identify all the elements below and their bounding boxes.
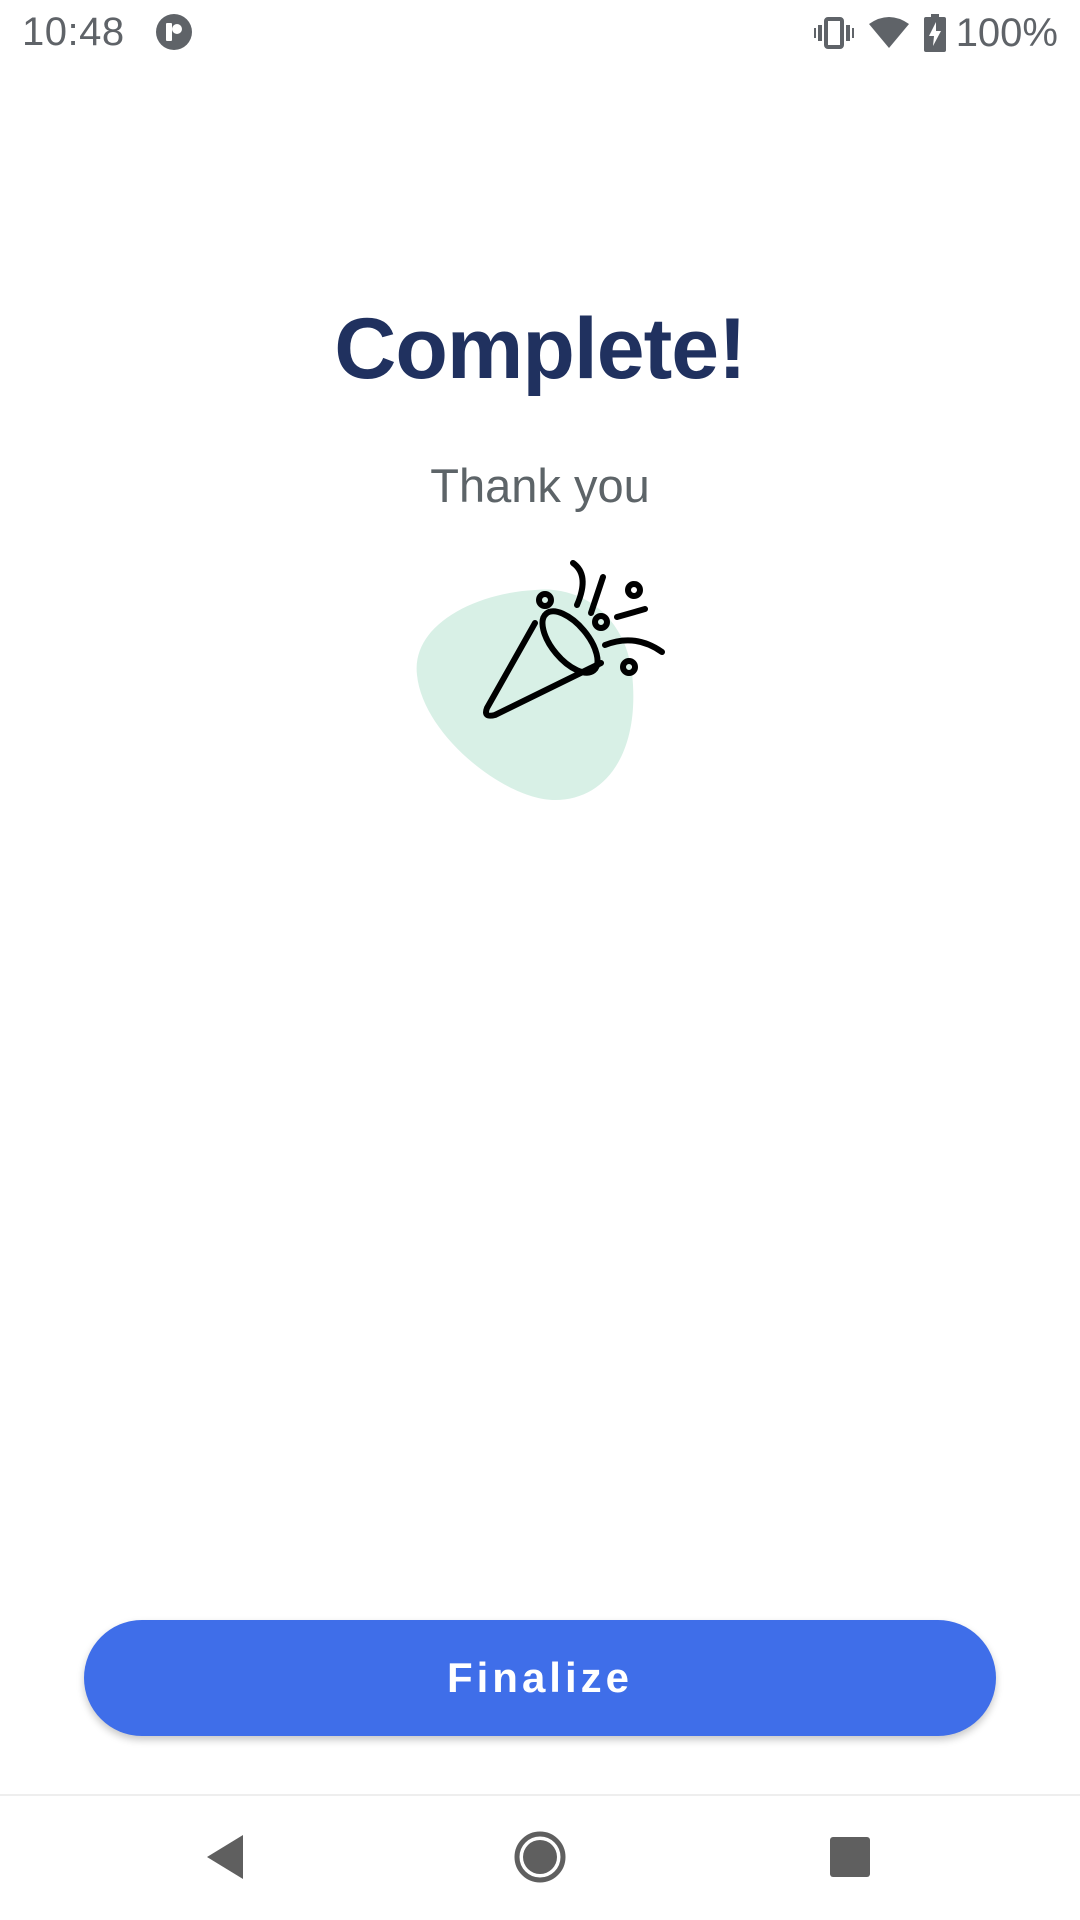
vibrate-icon <box>813 16 854 50</box>
back-button[interactable] <box>155 1796 295 1920</box>
page-title: Complete! <box>334 301 746 397</box>
status-icons: 100% <box>813 8 1058 58</box>
screen: 10:48 100% Complete! Thank you Finalize <box>0 0 1080 1920</box>
back-icon <box>203 1833 247 1886</box>
recents-button[interactable] <box>780 1796 920 1920</box>
status-bar: 10:48 100% <box>0 0 1080 66</box>
recents-icon <box>829 1836 871 1883</box>
navigation-bar <box>0 1794 1080 1920</box>
battery-charging-icon <box>923 14 946 52</box>
page-subtitle: Thank you <box>430 459 650 512</box>
status-time: 10:48 <box>22 10 125 54</box>
party-popper-icon <box>405 555 675 815</box>
wifi-icon <box>868 16 910 50</box>
home-button[interactable] <box>470 1796 610 1920</box>
finalize-button[interactable]: Finalize <box>84 1620 996 1736</box>
home-icon <box>514 1831 566 1888</box>
battery-percentage: 100% <box>955 10 1058 55</box>
app-notification-icon <box>155 13 193 51</box>
